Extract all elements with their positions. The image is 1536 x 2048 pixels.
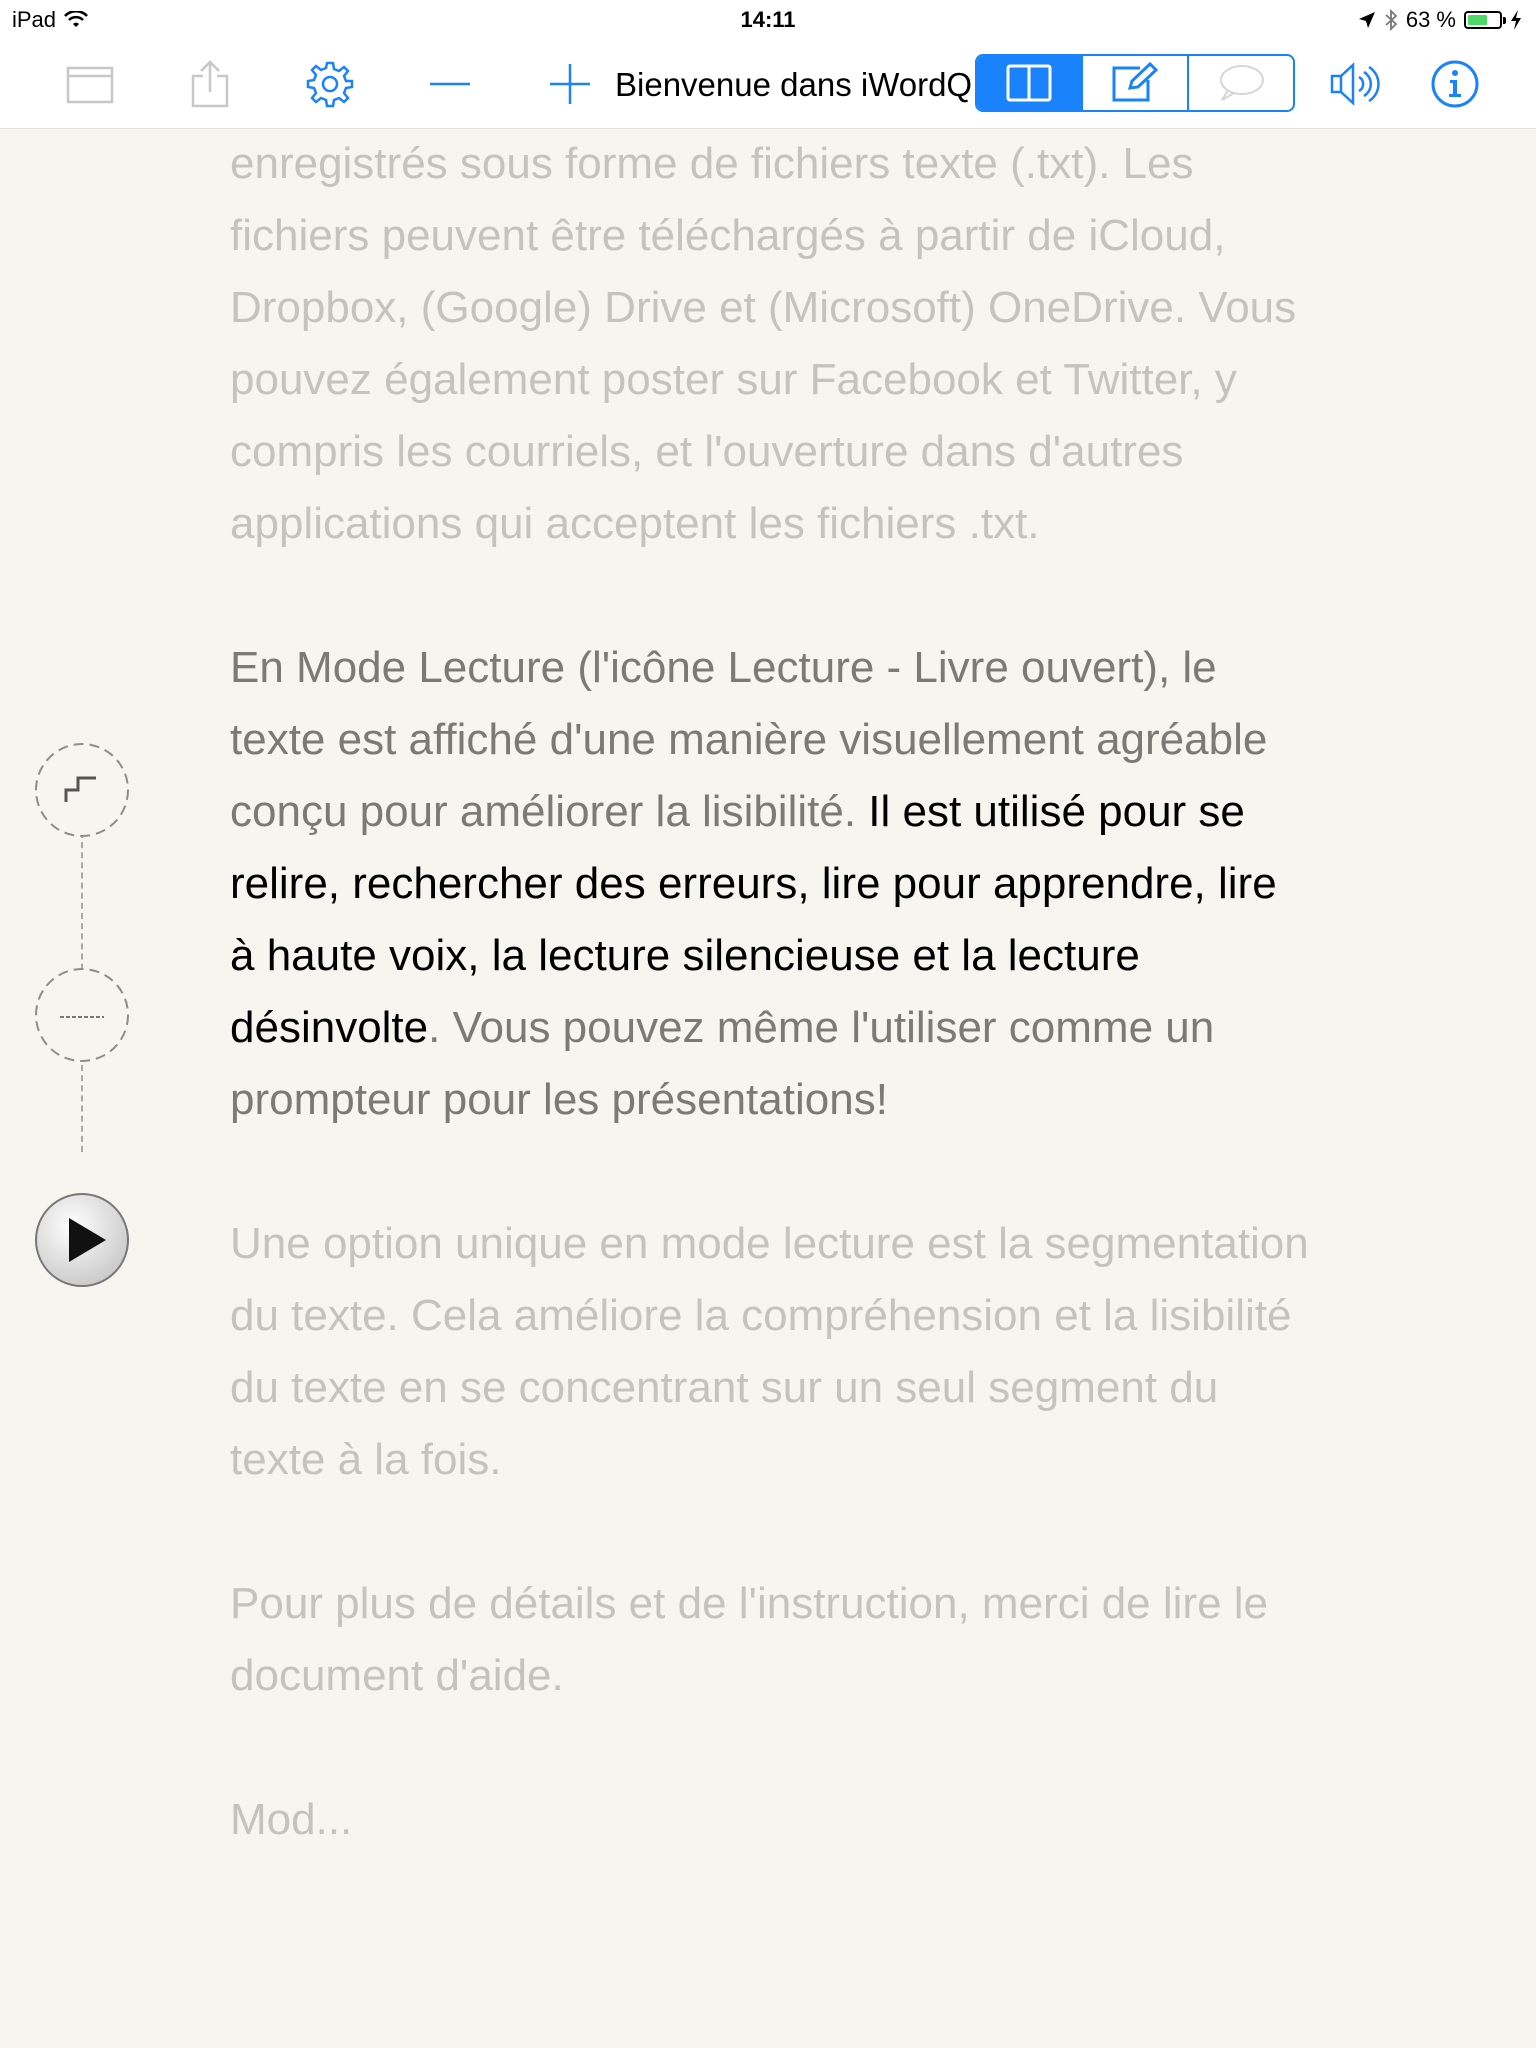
status-right: 63 % (1358, 7, 1522, 33)
status-bar: iPad 14:11 63 % (0, 0, 1536, 40)
settings-gear-icon[interactable] (300, 54, 360, 114)
charging-bolt-icon (1511, 10, 1521, 30)
line-segment-icon[interactable] (32, 965, 132, 1065)
clock: 14:11 (740, 7, 796, 32)
play-icon[interactable] (32, 1190, 132, 1290)
toolbar: Bienvenue dans iWordQ (0, 40, 1536, 129)
write-mode-button[interactable] (1083, 56, 1189, 110)
info-icon[interactable] (1425, 54, 1485, 114)
decrease-font-icon[interactable] (420, 54, 480, 114)
increase-font-icon[interactable] (540, 54, 600, 114)
speech-mode-button[interactable] (1189, 56, 1293, 110)
mode-segmented-control (975, 54, 1295, 112)
folder-icon[interactable] (60, 54, 120, 114)
reading-controls (30, 740, 134, 1290)
paragraph-5-partial: Mod... (230, 1795, 353, 1844)
open-book-icon (1006, 64, 1052, 102)
paragraph-1: enregistrés sous forme de fichiers texte… (230, 139, 1297, 548)
document-title[interactable]: Bienvenue dans iWordQ (615, 66, 972, 104)
paragraph-2-current: En Mode Lecture (l'icône Lecture - Livre… (230, 632, 1310, 1136)
paragraph-3: Une option unique en mode lecture est la… (230, 1219, 1309, 1484)
edit-pencil-icon (1112, 62, 1159, 102)
speech-bubble-icon (1220, 65, 1264, 101)
paragraph-4: Pour plus de détails et de l'instruction… (230, 1579, 1269, 1700)
battery-level (1468, 15, 1487, 25)
read-mode-button[interactable] (977, 56, 1083, 110)
battery-percent: 63 % (1405, 7, 1456, 32)
bluetooth-icon (1385, 9, 1398, 31)
step-segment-icon[interactable] (32, 740, 132, 840)
share-icon[interactable] (180, 54, 240, 114)
battery-icon (1464, 11, 1506, 29)
location-arrow-icon (1358, 12, 1375, 28)
speaker-icon[interactable] (1325, 54, 1385, 114)
document-content[interactable]: enregistrés sous forme de fichiers texte… (230, 128, 1310, 1928)
